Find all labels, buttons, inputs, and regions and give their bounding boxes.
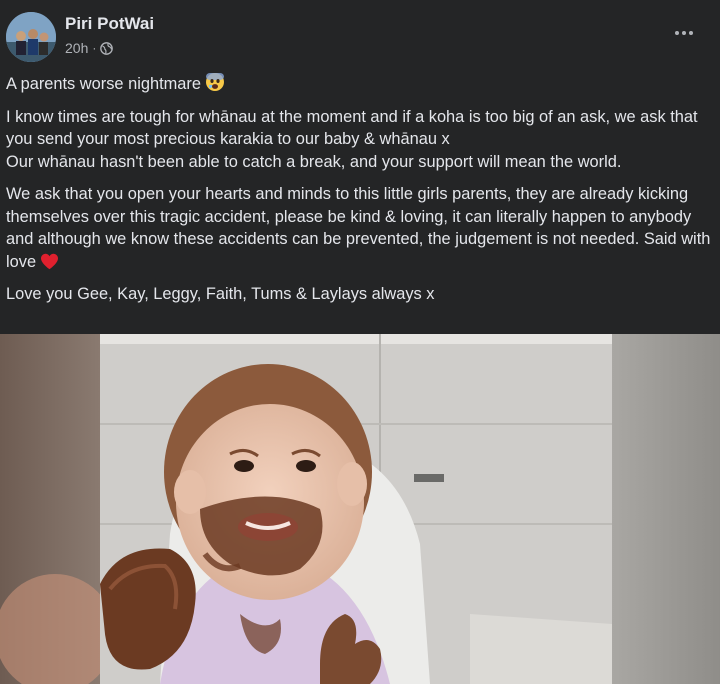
post-timestamp[interactable]: 20h bbox=[65, 40, 88, 56]
post-meta: 20h · bbox=[65, 40, 114, 56]
post-paragraph: Love you Gee, Kay, Leggy, Faith, Tums & … bbox=[6, 285, 435, 303]
globe-icon bbox=[100, 41, 114, 55]
post-text: A parents worse nightmare I know times a… bbox=[6, 72, 711, 316]
photo-baby-icon bbox=[0, 334, 720, 684]
post-paragraph: I know times are tough for whānau at the… bbox=[6, 107, 698, 149]
author-avatar[interactable] bbox=[6, 12, 56, 62]
more-options-button[interactable] bbox=[666, 18, 702, 48]
post-header: Piri PotWai 20h · bbox=[0, 0, 720, 68]
post-paragraph: A parents worse nightmare bbox=[6, 72, 711, 96]
avatar-photo-icon bbox=[6, 12, 56, 62]
post-paragraph: Our whānau hasn't been able to catch a b… bbox=[6, 152, 622, 171]
author-name[interactable]: Piri PotWai bbox=[65, 14, 154, 34]
post-photo[interactable] bbox=[0, 334, 720, 684]
red-heart-icon bbox=[41, 253, 59, 269]
facebook-post: Piri PotWai 20h · A parents worse nightm… bbox=[0, 0, 720, 684]
fearful-face-icon bbox=[205, 73, 224, 91]
meta-separator: · bbox=[92, 41, 97, 55]
more-options-icon bbox=[675, 31, 679, 35]
post-paragraph: We ask that you open your hearts and min… bbox=[6, 185, 711, 271]
